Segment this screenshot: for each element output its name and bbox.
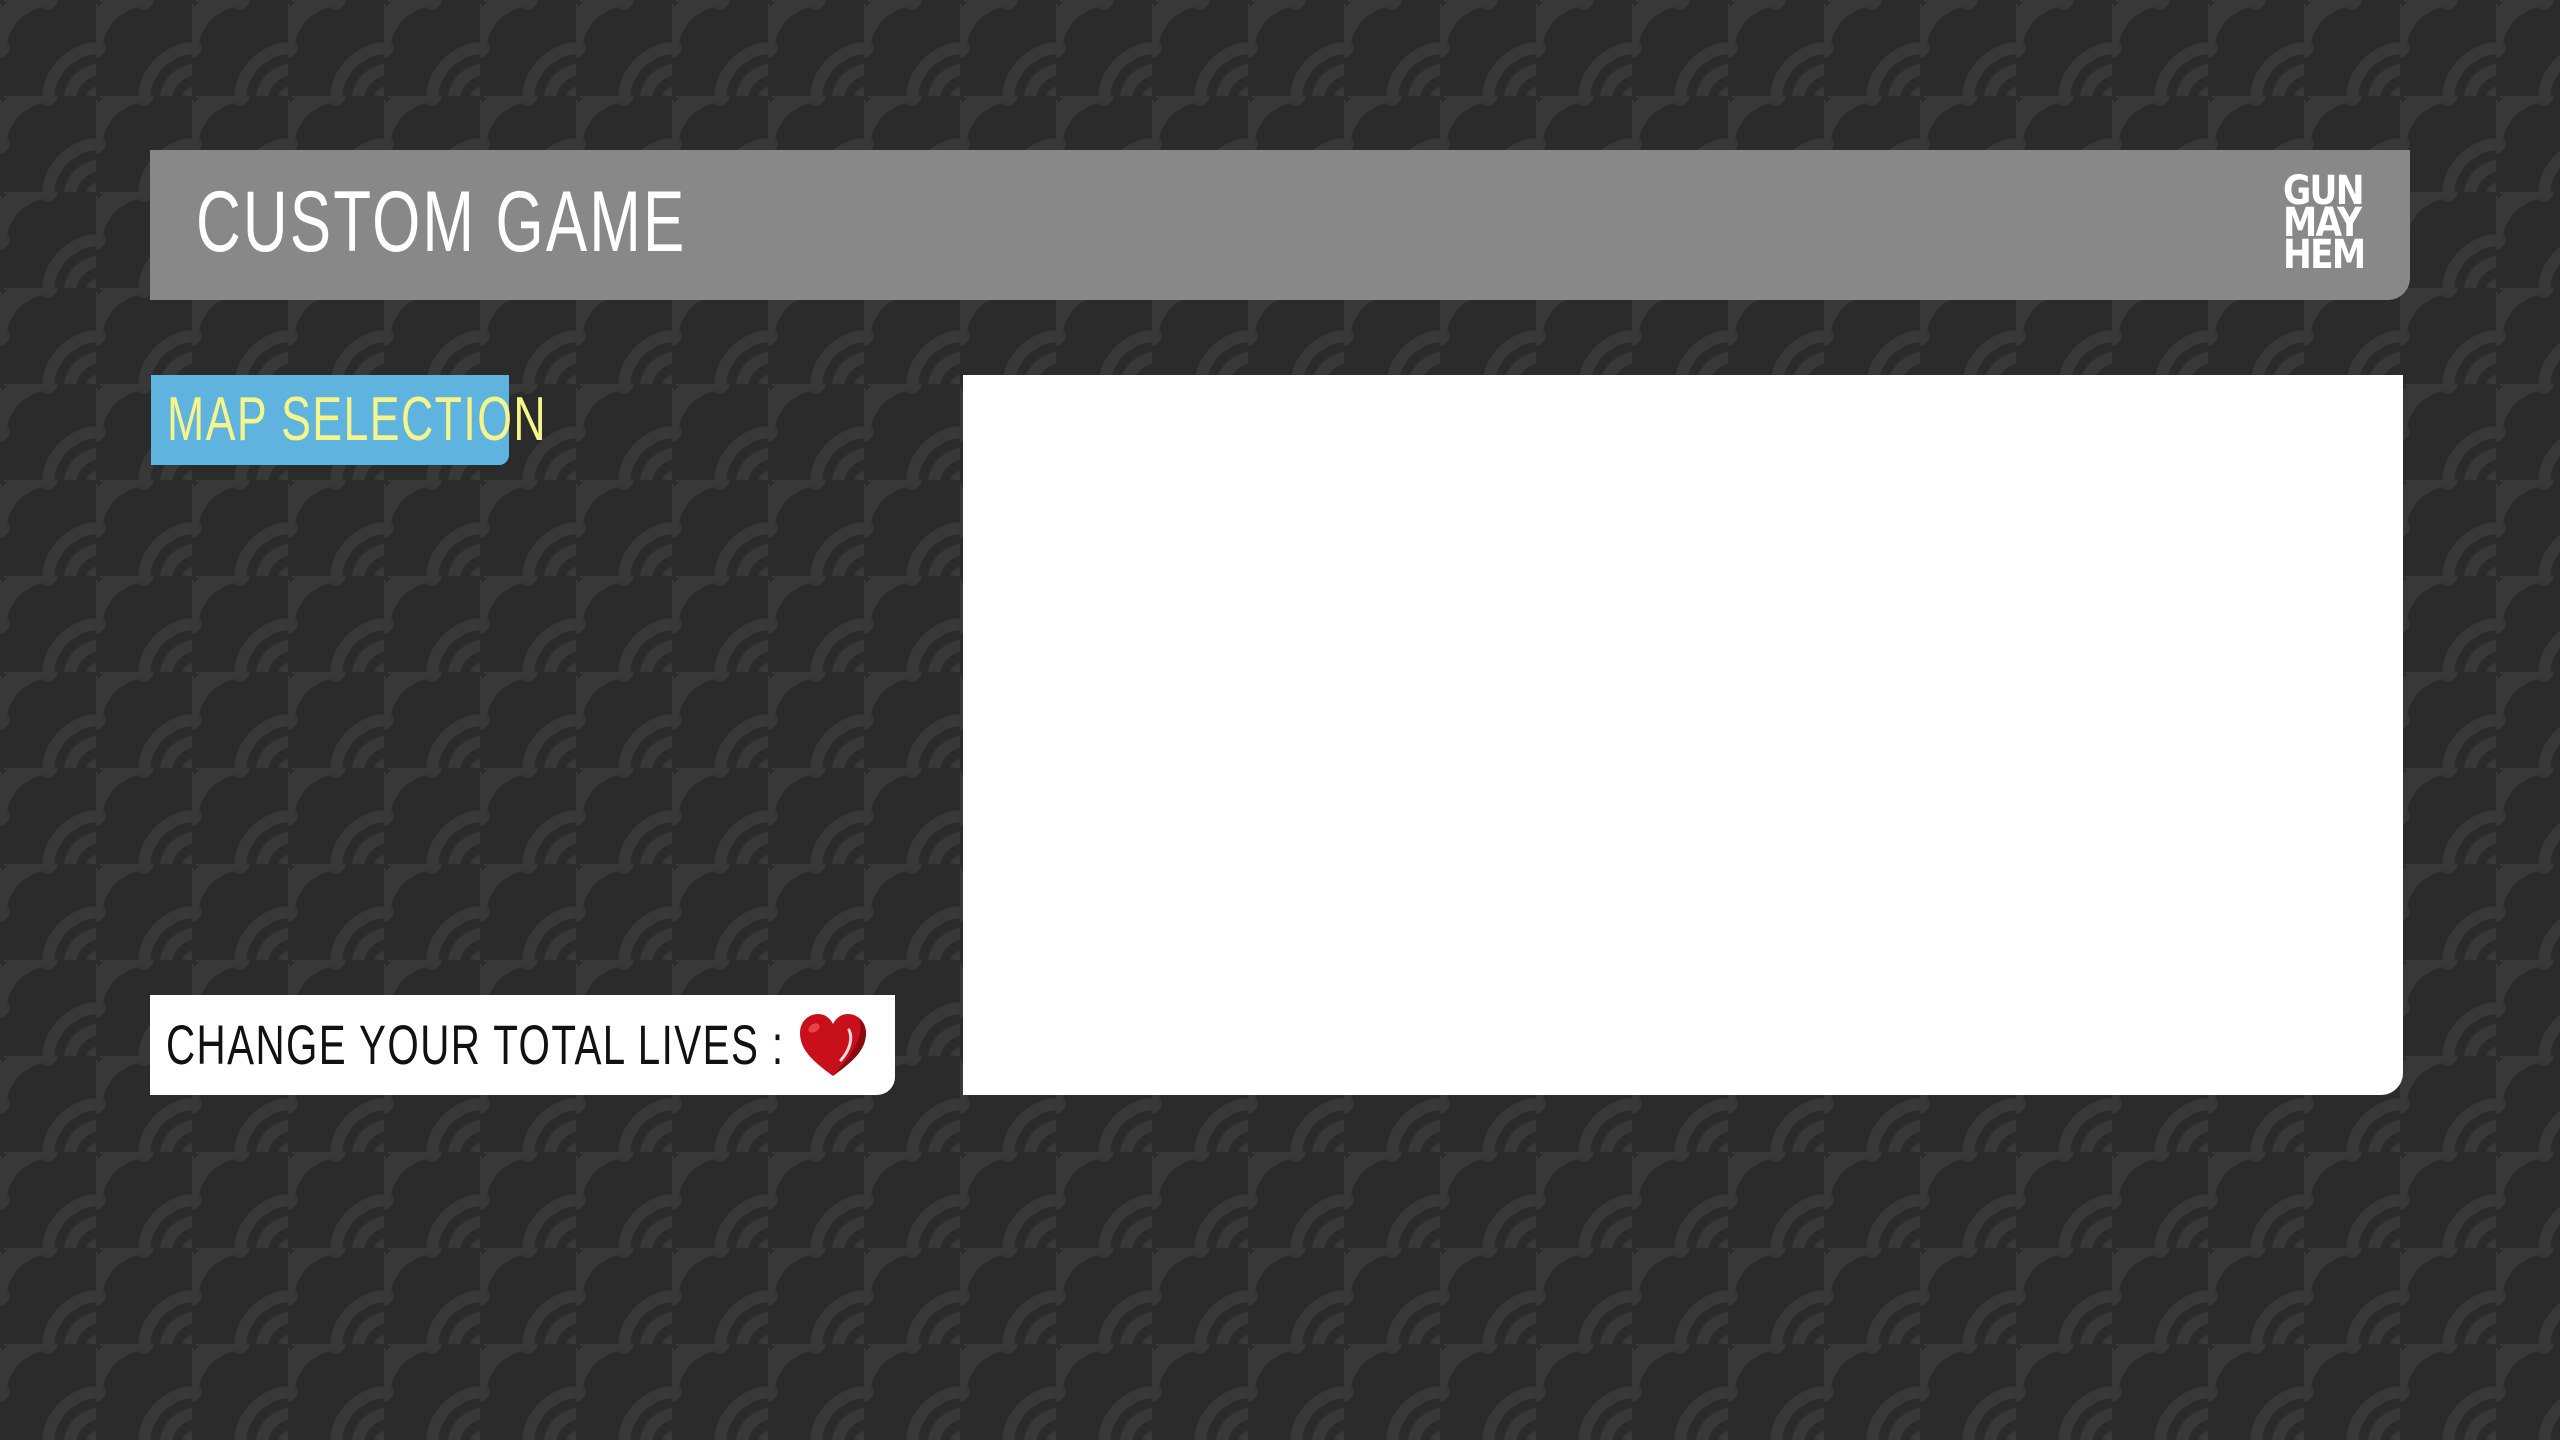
change-lives-button[interactable]: CHANGE YOUR TOTAL LIVES :	[150, 995, 895, 1095]
map-selection-button[interactable]: MAP SELECTION	[151, 375, 546, 465]
logo-line-3: HEM	[2283, 232, 2366, 278]
heart-icon	[800, 1014, 866, 1076]
lives-label: CHANGE YOUR TOTAL LIVES :	[166, 1013, 785, 1076]
map-preview-panel	[963, 375, 2403, 1095]
map-selection-label: MAP SELECTION	[167, 385, 548, 454]
game-logo: GUN MAY HEM	[2283, 171, 2383, 278]
header-bar: CUSTOM GAME GUN MAY HEM	[150, 150, 2410, 300]
page-title: CUSTOM GAME	[196, 174, 687, 270]
